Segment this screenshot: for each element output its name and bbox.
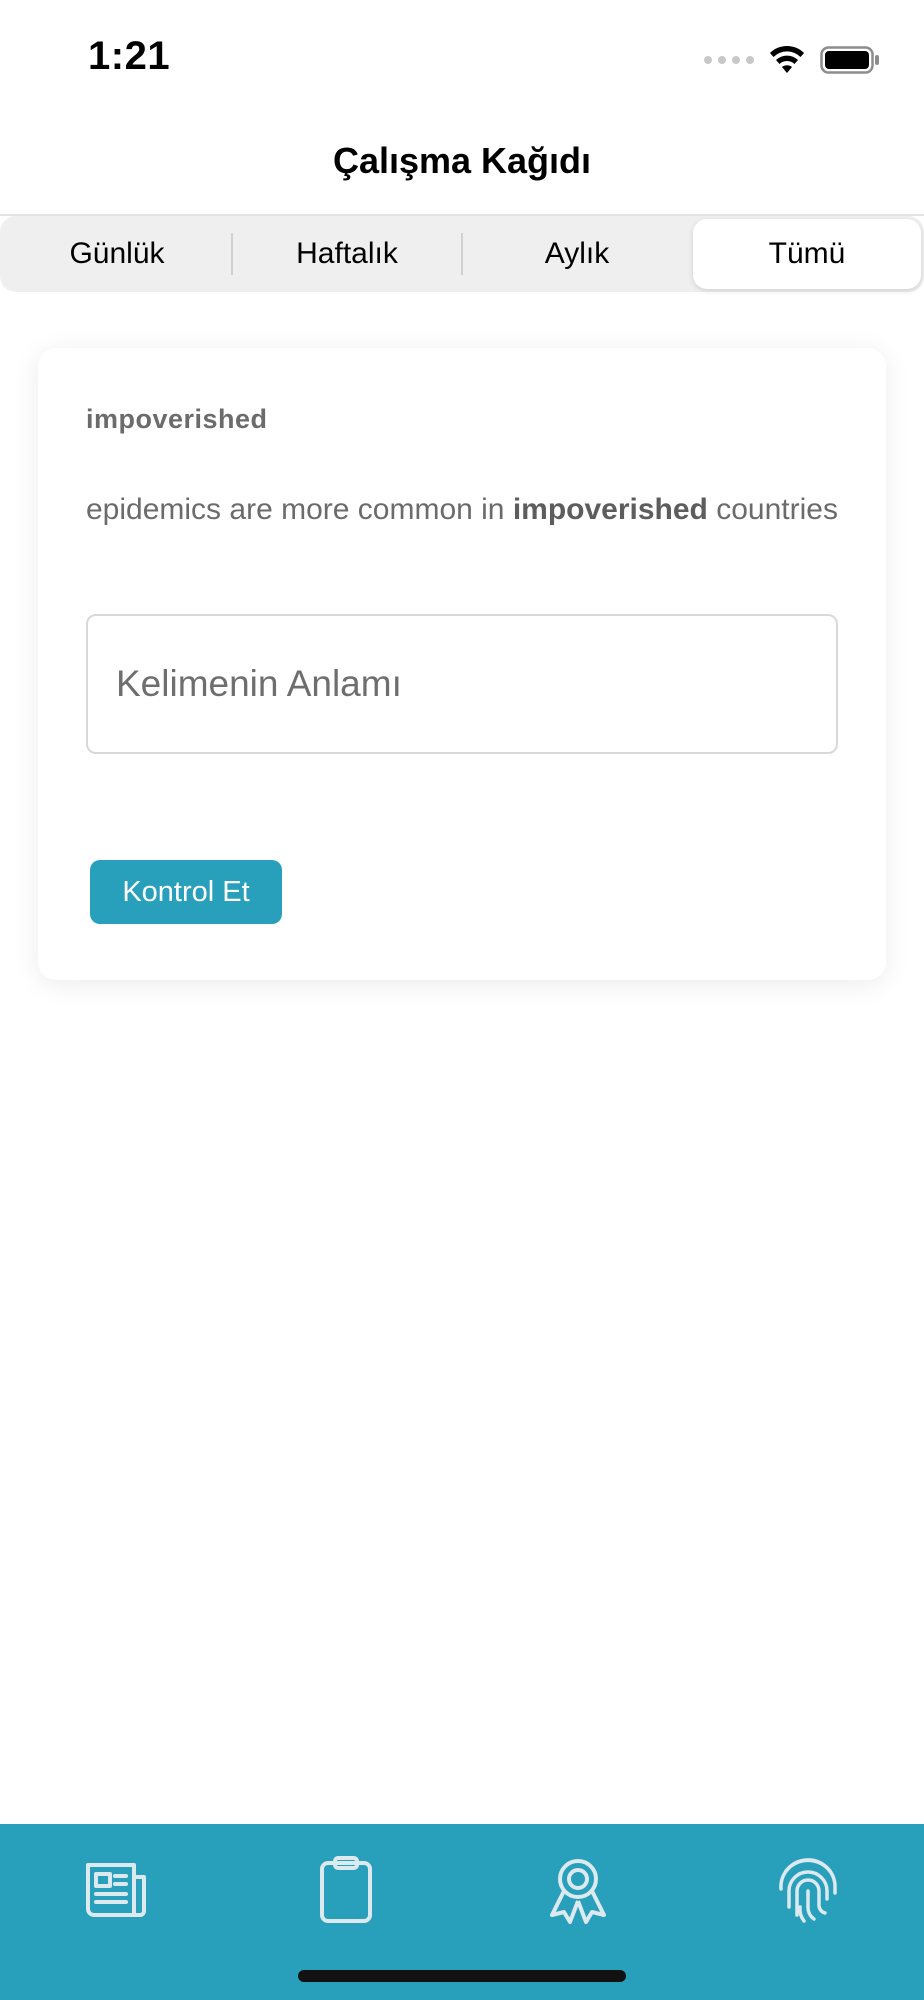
tab-worksheet[interactable] [296,1840,396,1940]
example-sentence: epidemics are more common in impoverishe… [86,488,846,531]
segment-all[interactable]: Tümü [693,219,921,289]
tab-profile[interactable] [758,1840,858,1940]
tab-bar [0,1824,924,2000]
segment-monthly-label: Aylık [544,237,610,270]
tab-achievements[interactable] [528,1840,628,1940]
page-title: Çalışma Kağıdı [332,140,592,181]
award-icon [550,1859,606,1924]
newspaper-icon [86,1863,146,1917]
tab-newspaper[interactable] [66,1840,166,1940]
fingerprint-icon [779,1858,837,1923]
segment-weekly[interactable]: Haftalık [233,219,461,289]
sentence-after: countries [707,493,838,526]
battery-icon [820,46,879,74]
home-indicator [298,1970,626,1982]
clipboard-icon [320,1856,372,1923]
segment-weekly-label: Haftalık [296,237,398,270]
meaning-input[interactable] [86,614,838,754]
segment-daily-label: Günlük [69,237,165,270]
signal-icon [704,56,754,64]
wifi-icon [770,45,804,73]
segment-monthly[interactable]: Aylık [463,219,691,289]
sentence-before: epidemics are more common in [86,493,513,526]
worksheet-card: impoverished epidemics are more common i… [38,348,886,980]
sentence-highlight: impoverished [512,493,708,526]
screen: 1:21 Çalışma Kağıdı Günlük Haftalık Aylı… [0,0,924,2000]
vocabulary-word: impoverished [86,404,268,434]
check-button[interactable]: Kontrol Et [90,860,282,924]
segment-daily[interactable]: Günlük [3,219,231,289]
period-segmented-control: Günlük Haftalık Aylık Tümü [0,216,924,292]
status-time: 1:21 [88,34,171,78]
segment-all-label: Tümü [768,237,846,270]
status-bar: 1:21 [0,0,924,120]
status-icons [704,40,880,80]
